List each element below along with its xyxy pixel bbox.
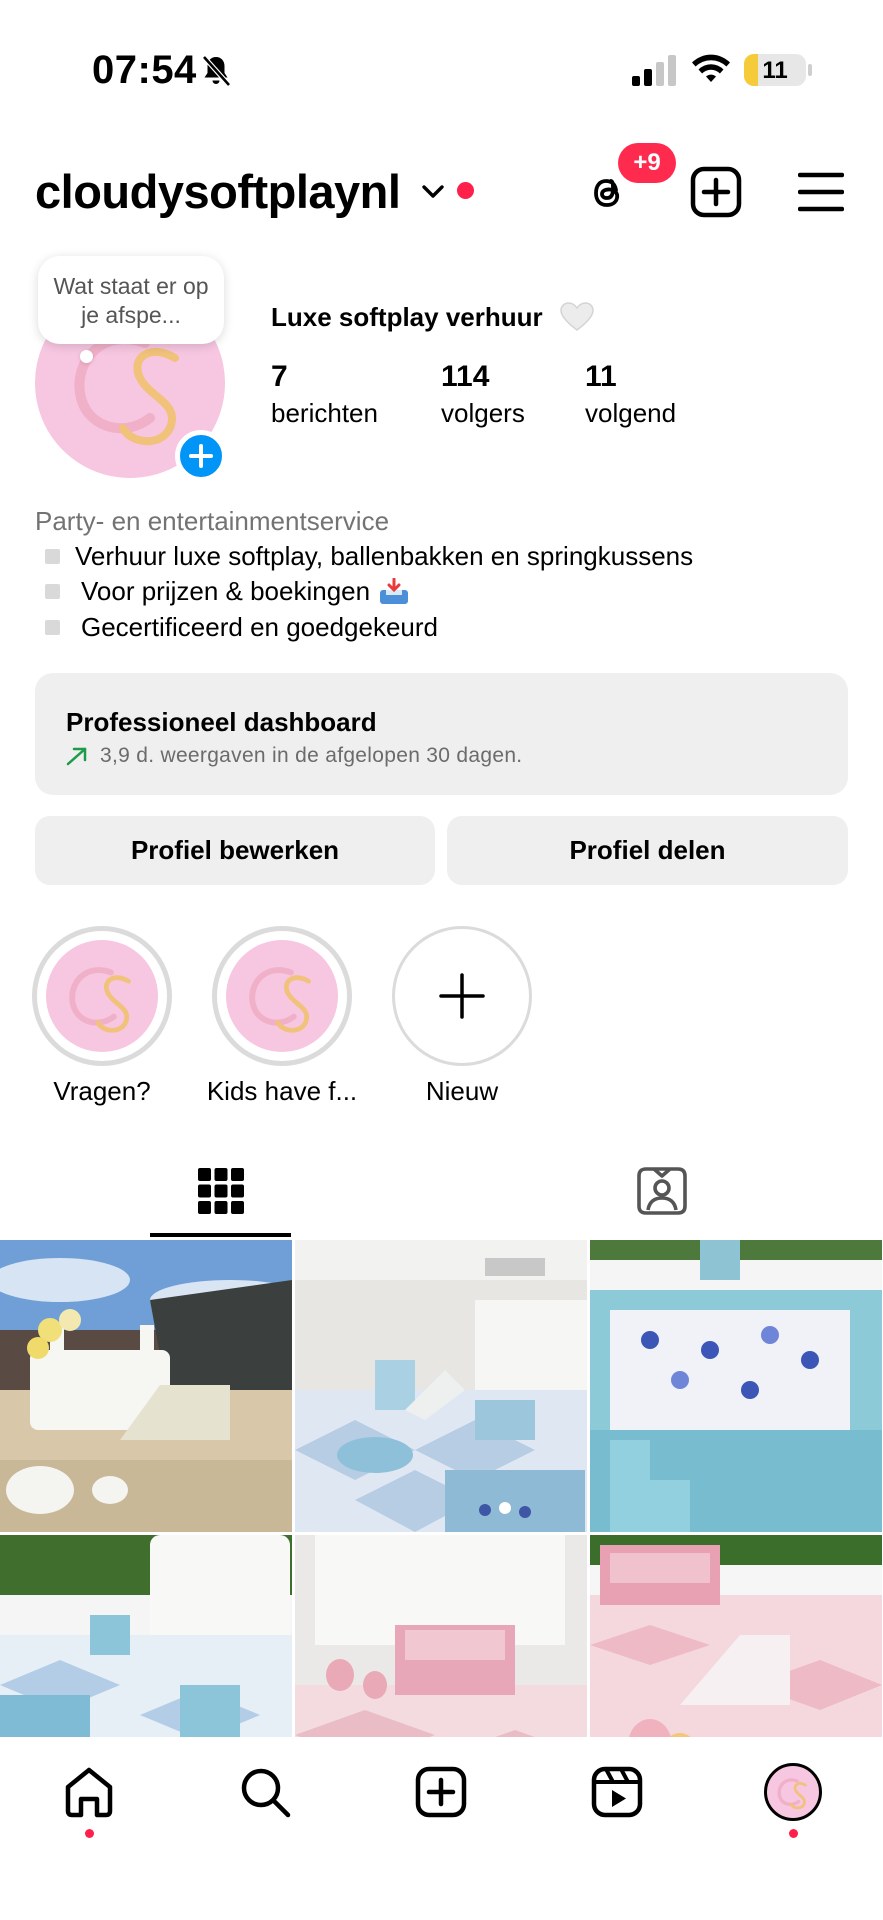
cellular-signal-icon	[632, 55, 676, 86]
profile-category[interactable]: Party- en entertainmentservice	[35, 506, 389, 537]
edit-profile-button[interactable]: Profiel bewerken	[35, 816, 435, 885]
bell-slash-icon	[202, 55, 231, 87]
highlight-label: Nieuw	[425, 1076, 499, 1106]
share-profile-button[interactable]: Profiel delen	[447, 816, 848, 885]
profile-notification-dot	[789, 1829, 798, 1838]
highlight-label: Kids have f...	[206, 1076, 358, 1106]
bullet-square-icon	[45, 584, 60, 599]
active-tab-indicator	[150, 1233, 291, 1237]
cs-logo-icon	[249, 967, 311, 1033]
username[interactable]: cloudysoftplaynl	[35, 164, 401, 219]
status-bar: 07:54 11	[0, 0, 883, 140]
bullet-square-icon	[45, 620, 60, 635]
add-post-icon[interactable]	[690, 166, 742, 218]
highlight-new[interactable]: Nieuw	[390, 926, 534, 1106]
stat-followers[interactable]: 114 volgers	[441, 360, 525, 429]
post-thumbnail[interactable]	[0, 1535, 292, 1737]
stat-posts-label: berichten	[271, 398, 378, 428]
bio-line-text: Voor prijzen & boekingen	[81, 576, 371, 606]
post-thumbnail[interactable]	[295, 1535, 587, 1737]
stat-followers-value: 114	[441, 360, 490, 393]
dashboard-title: Professioneel dashboard	[66, 707, 377, 737]
dashboard-subtitle: 3,9 d. weergaven in de afgelopen 30 dage…	[66, 744, 817, 768]
cs-logo-icon	[777, 1778, 807, 1810]
battery-tip	[808, 64, 812, 76]
plus-icon	[189, 444, 213, 468]
stat-following-label: volgend	[585, 398, 677, 428]
grid-icon[interactable]	[198, 1168, 244, 1214]
profile-avatar[interactable]	[764, 1763, 822, 1821]
post-thumbnail[interactable]	[590, 1240, 882, 1532]
battery-icon: 11	[744, 54, 806, 86]
notification-badge[interactable]: +9	[618, 143, 676, 183]
inbox-tray-icon	[380, 577, 409, 604]
cs-logo-icon	[69, 967, 131, 1033]
dashboard-subtitle-text: 3,9 d. weergaven in de afgelopen 30 dage…	[100, 744, 523, 767]
bio-line-1: Verhuur luxe softplay, ballenbakken en s…	[45, 541, 693, 572]
highlight-label: Vragen?	[53, 1076, 151, 1106]
bio-line-text: Gecertificeerd en goedgekeurd	[81, 612, 439, 642]
post-thumbnail[interactable]	[590, 1535, 882, 1737]
tagged-icon[interactable]	[636, 1166, 688, 1216]
bio-line-2: Voor prijzen & boekingen	[45, 576, 410, 607]
bio-line-text: Verhuur luxe softplay, ballenbakken en s…	[75, 541, 694, 571]
bio-line-3: Gecertificeerd en goedgekeurd	[45, 612, 438, 643]
battery-level: 11	[762, 57, 788, 84]
status-time: 07:54	[92, 48, 197, 92]
reels-icon[interactable]	[590, 1765, 644, 1819]
posts-grid	[0, 1240, 883, 1737]
create-icon[interactable]	[414, 1765, 468, 1819]
highlight-vragen[interactable]: Vragen?	[30, 926, 174, 1106]
add-story-button[interactable]	[175, 430, 227, 482]
post-thumbnail[interactable]	[0, 1240, 292, 1532]
menu-icon[interactable]	[798, 170, 844, 214]
wifi-icon	[692, 54, 730, 82]
note-text: Wat staat er op je afspe...	[53, 273, 209, 328]
chevron-down-icon[interactable]	[420, 178, 446, 204]
search-icon[interactable]	[238, 1765, 292, 1819]
post-thumbnail[interactable]	[295, 1240, 587, 1532]
professional-dashboard[interactable]: Professioneel dashboard 3,9 d. weergaven…	[35, 673, 848, 795]
display-name: Luxe softplay verhuur	[271, 302, 543, 332]
stat-posts-value: 7	[271, 360, 288, 393]
stat-following-value: 11	[585, 360, 617, 393]
note-bubble-tail	[80, 350, 93, 363]
home-notification-dot	[85, 1829, 94, 1838]
plus-icon	[439, 973, 485, 1019]
note-bubble[interactable]: Wat staat er op je afspe...	[38, 256, 224, 344]
stat-following[interactable]: 11 volgend	[585, 360, 676, 429]
home-icon[interactable]	[62, 1765, 116, 1819]
account-notification-dot	[457, 182, 474, 199]
stat-posts[interactable]: 7 berichten	[271, 360, 378, 429]
trend-up-icon	[66, 747, 87, 766]
bullet-square-icon	[45, 549, 60, 564]
stat-followers-label: volgers	[441, 398, 525, 428]
highlight-kids[interactable]: Kids have f...	[207, 926, 357, 1106]
white-heart-icon	[560, 302, 594, 331]
